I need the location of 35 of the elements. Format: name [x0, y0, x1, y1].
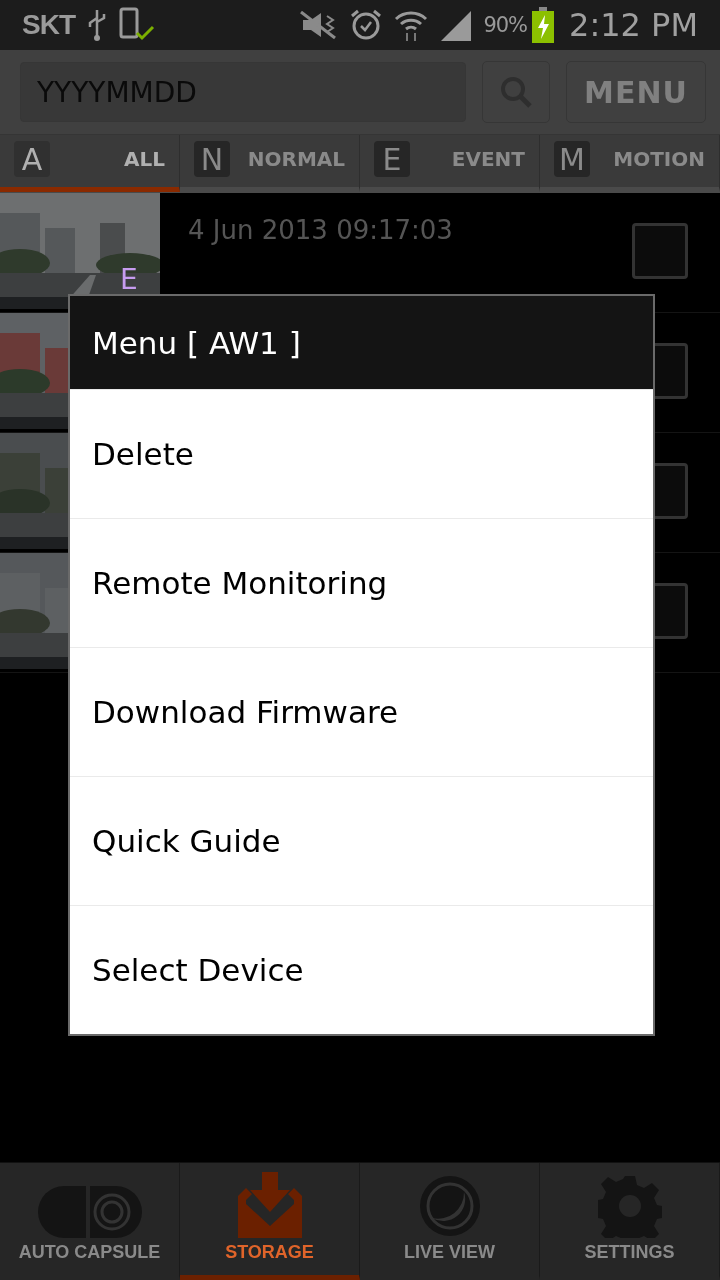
- recording-date: 4 Jun 2013 09:17:03: [188, 215, 453, 245]
- filter-tab[interactable]: E EVENT: [360, 135, 540, 192]
- battery-charging-icon: [531, 7, 556, 43]
- bottom-nav-tab[interactable]: STORAGE: [180, 1163, 360, 1280]
- clock-time: 2:12 PM: [569, 6, 698, 44]
- filter-tab[interactable]: N NORMAL: [180, 135, 360, 192]
- menu-item[interactable]: Delete: [70, 389, 653, 518]
- dialog-title: Menu [ AW1 ]: [70, 296, 653, 389]
- filter-tab-label: NORMAL: [247, 147, 345, 171]
- capsule-camera-icon: [37, 1186, 142, 1238]
- filter-letter-badge: N: [194, 141, 230, 177]
- filter-letter-badge: A: [14, 141, 50, 177]
- menu-item[interactable]: Quick Guide: [70, 776, 653, 905]
- bottom-nav-tab[interactable]: LIVE VIEW: [360, 1163, 540, 1280]
- carrier-name: SKT: [22, 9, 75, 41]
- bottom-nav-tab[interactable]: SETTINGS: [540, 1163, 720, 1280]
- menu-item[interactable]: Download Firmware: [70, 647, 653, 776]
- menu-item[interactable]: Remote Monitoring: [70, 518, 653, 647]
- filter-tab-label: MOTION: [613, 147, 705, 171]
- menu-button[interactable]: MENU: [566, 61, 706, 123]
- event-letter: E: [120, 263, 138, 296]
- filter-tab[interactable]: M MOTION: [540, 135, 720, 192]
- filter-tab-label: EVENT: [451, 147, 525, 171]
- menu-item[interactable]: Select Device: [70, 905, 653, 1034]
- bottom-nav-tab[interactable]: AUTO CAPSULE: [0, 1163, 180, 1280]
- download-tray-icon: [237, 1172, 302, 1238]
- alarm-icon: [349, 8, 384, 42]
- checkbox[interactable]: [632, 223, 688, 279]
- phone-check-icon: [119, 7, 157, 43]
- camera-lens-icon: [417, 1174, 482, 1238]
- filter-letter-badge: M: [554, 141, 590, 177]
- signal-icon: [439, 9, 474, 41]
- battery-percent: 90%: [483, 13, 528, 37]
- filter-tab-label: ALL: [124, 147, 165, 171]
- filter-letter-badge: E: [374, 141, 410, 177]
